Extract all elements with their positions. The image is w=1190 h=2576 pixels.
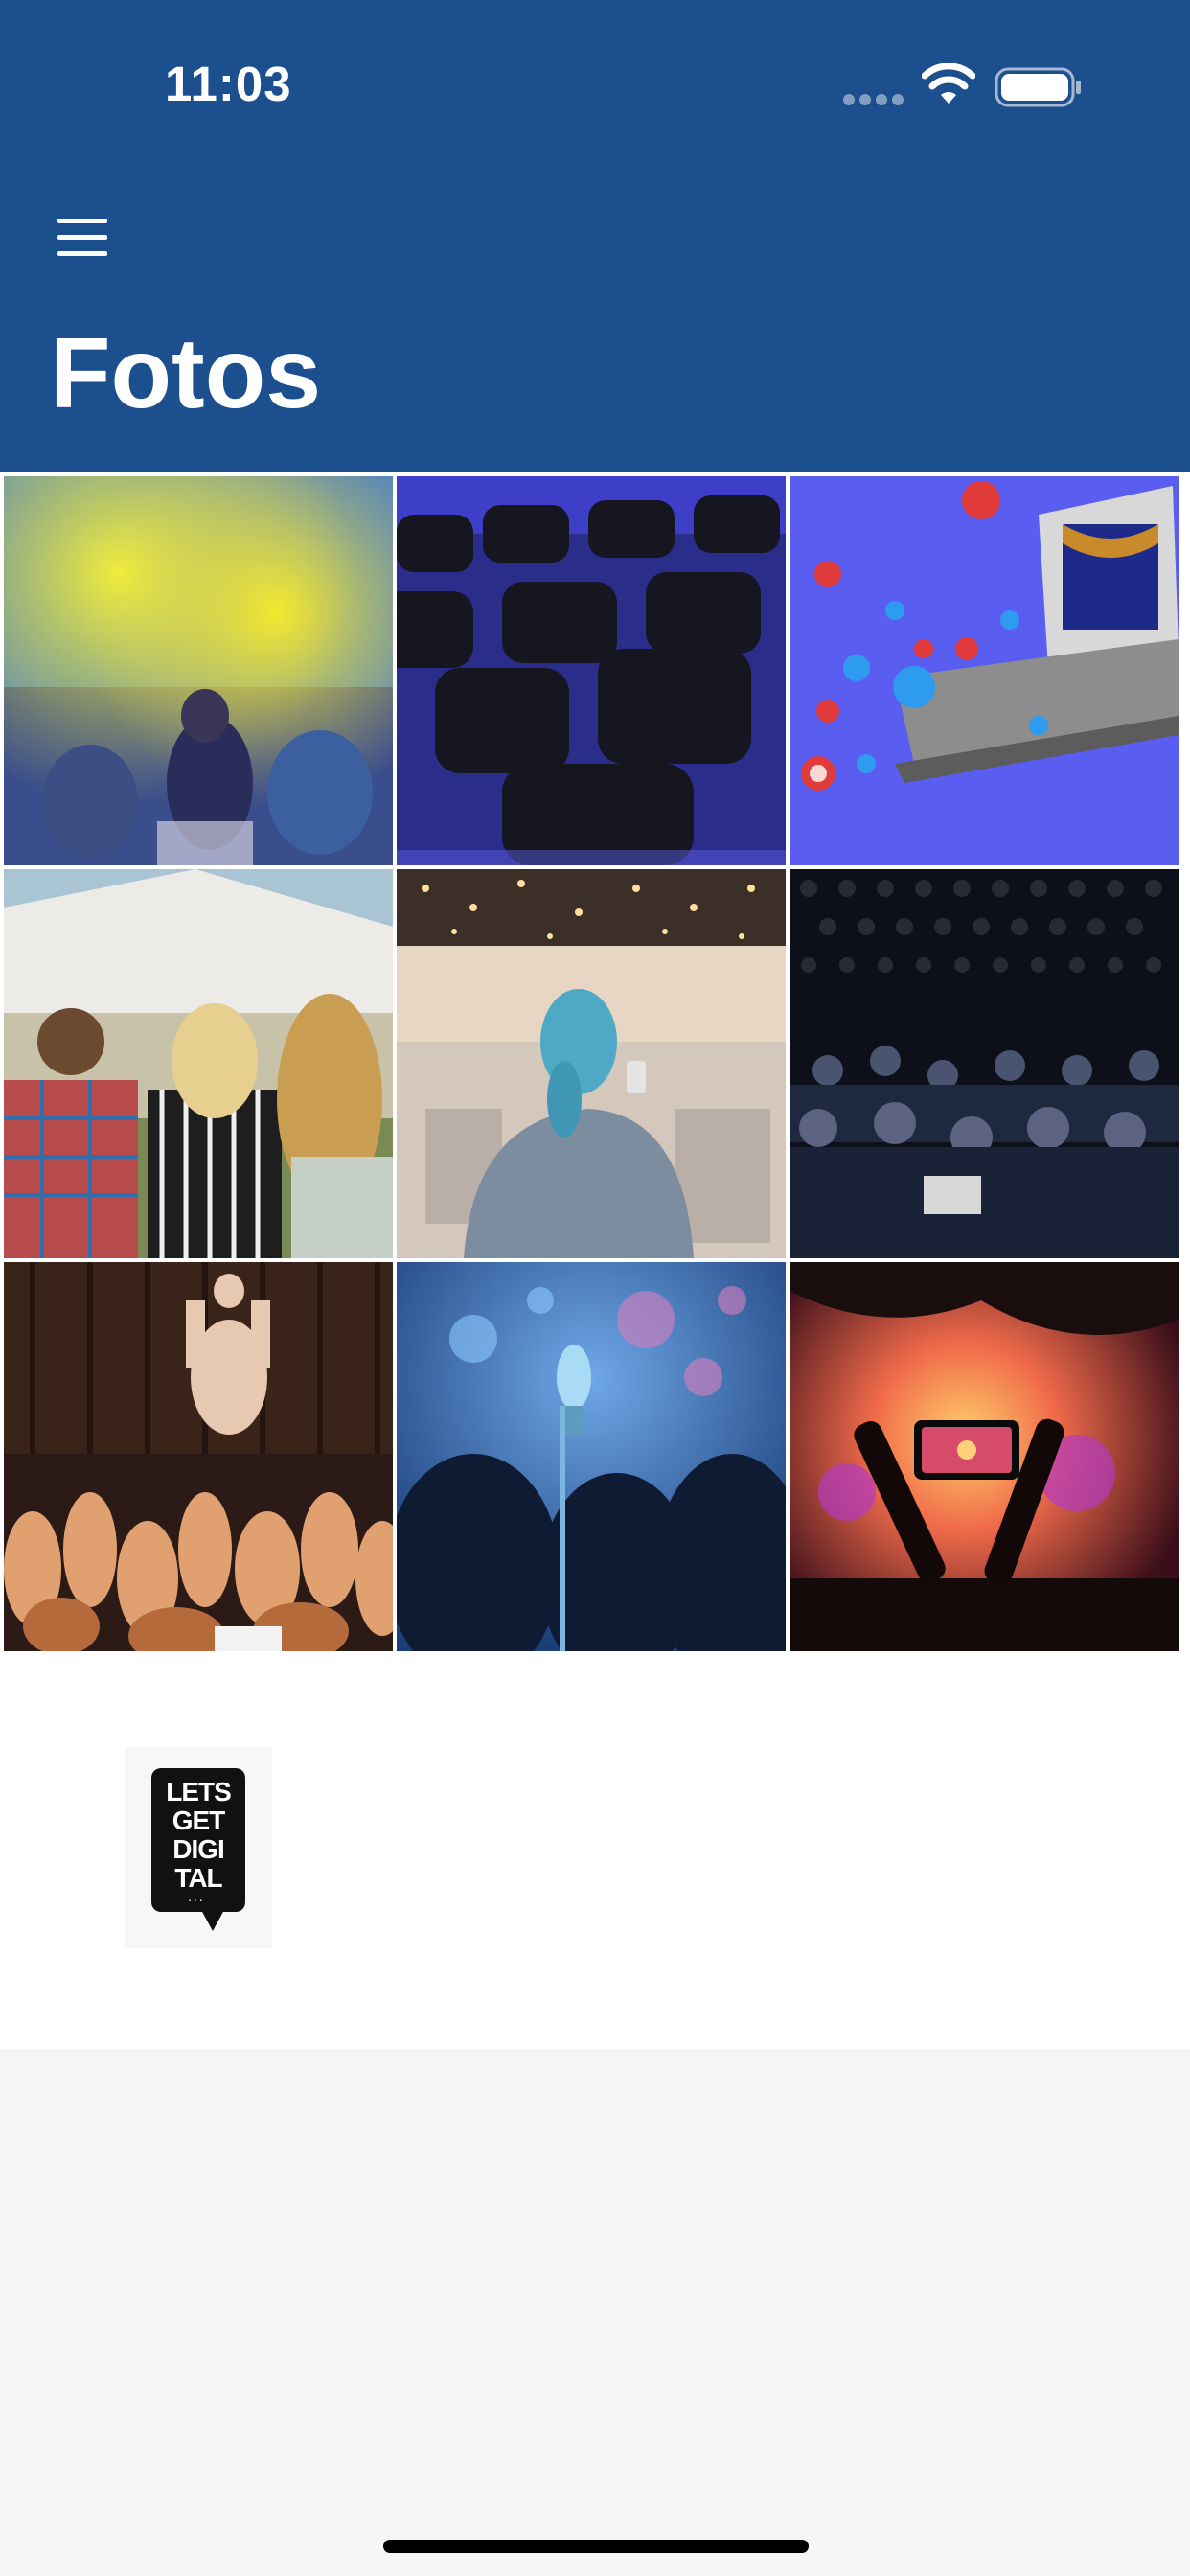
photo-crowd-surfing-concert[interactable]	[4, 1262, 393, 1651]
photo-empty-chairs[interactable]	[397, 476, 786, 865]
app-header: 11:03 Fotos	[0, 0, 1190, 472]
logo-line-2: GET	[172, 1806, 226, 1835]
logo-dots: ...	[188, 1889, 205, 1904]
battery-icon	[995, 67, 1081, 107]
hamburger-menu-icon[interactable]	[50, 211, 117, 264]
logo-section: LETS GET DIGI TAL ...	[0, 1651, 1190, 2049]
photo-phone-recording-concert[interactable]	[790, 1262, 1179, 1651]
photo-woman-filming-event[interactable]	[397, 869, 786, 1258]
photo-social-reactions-stage[interactable]	[790, 476, 1179, 865]
photo-grid	[0, 472, 1190, 1651]
logo-line-1: LETS	[166, 1777, 232, 1806]
photo-color-powder-festival[interactable]	[4, 476, 393, 865]
status-time: 11:03	[165, 57, 292, 111]
photo-conference-audience[interactable]	[790, 869, 1179, 1258]
photo-festival-crowd-tent[interactable]	[4, 869, 393, 1258]
logo-line-3: DIGI	[172, 1834, 225, 1864]
logo-speech-tail	[201, 1910, 224, 1931]
lets-get-digital-logo: LETS GET DIGI TAL ...	[125, 1747, 272, 1948]
page-title: Fotos	[50, 318, 322, 429]
wifi-icon	[922, 63, 975, 104]
home-indicator[interactable]	[383, 2540, 809, 2553]
signal-dots-icon	[843, 94, 904, 107]
photo-microphone-stage-lights[interactable]	[397, 1262, 786, 1651]
